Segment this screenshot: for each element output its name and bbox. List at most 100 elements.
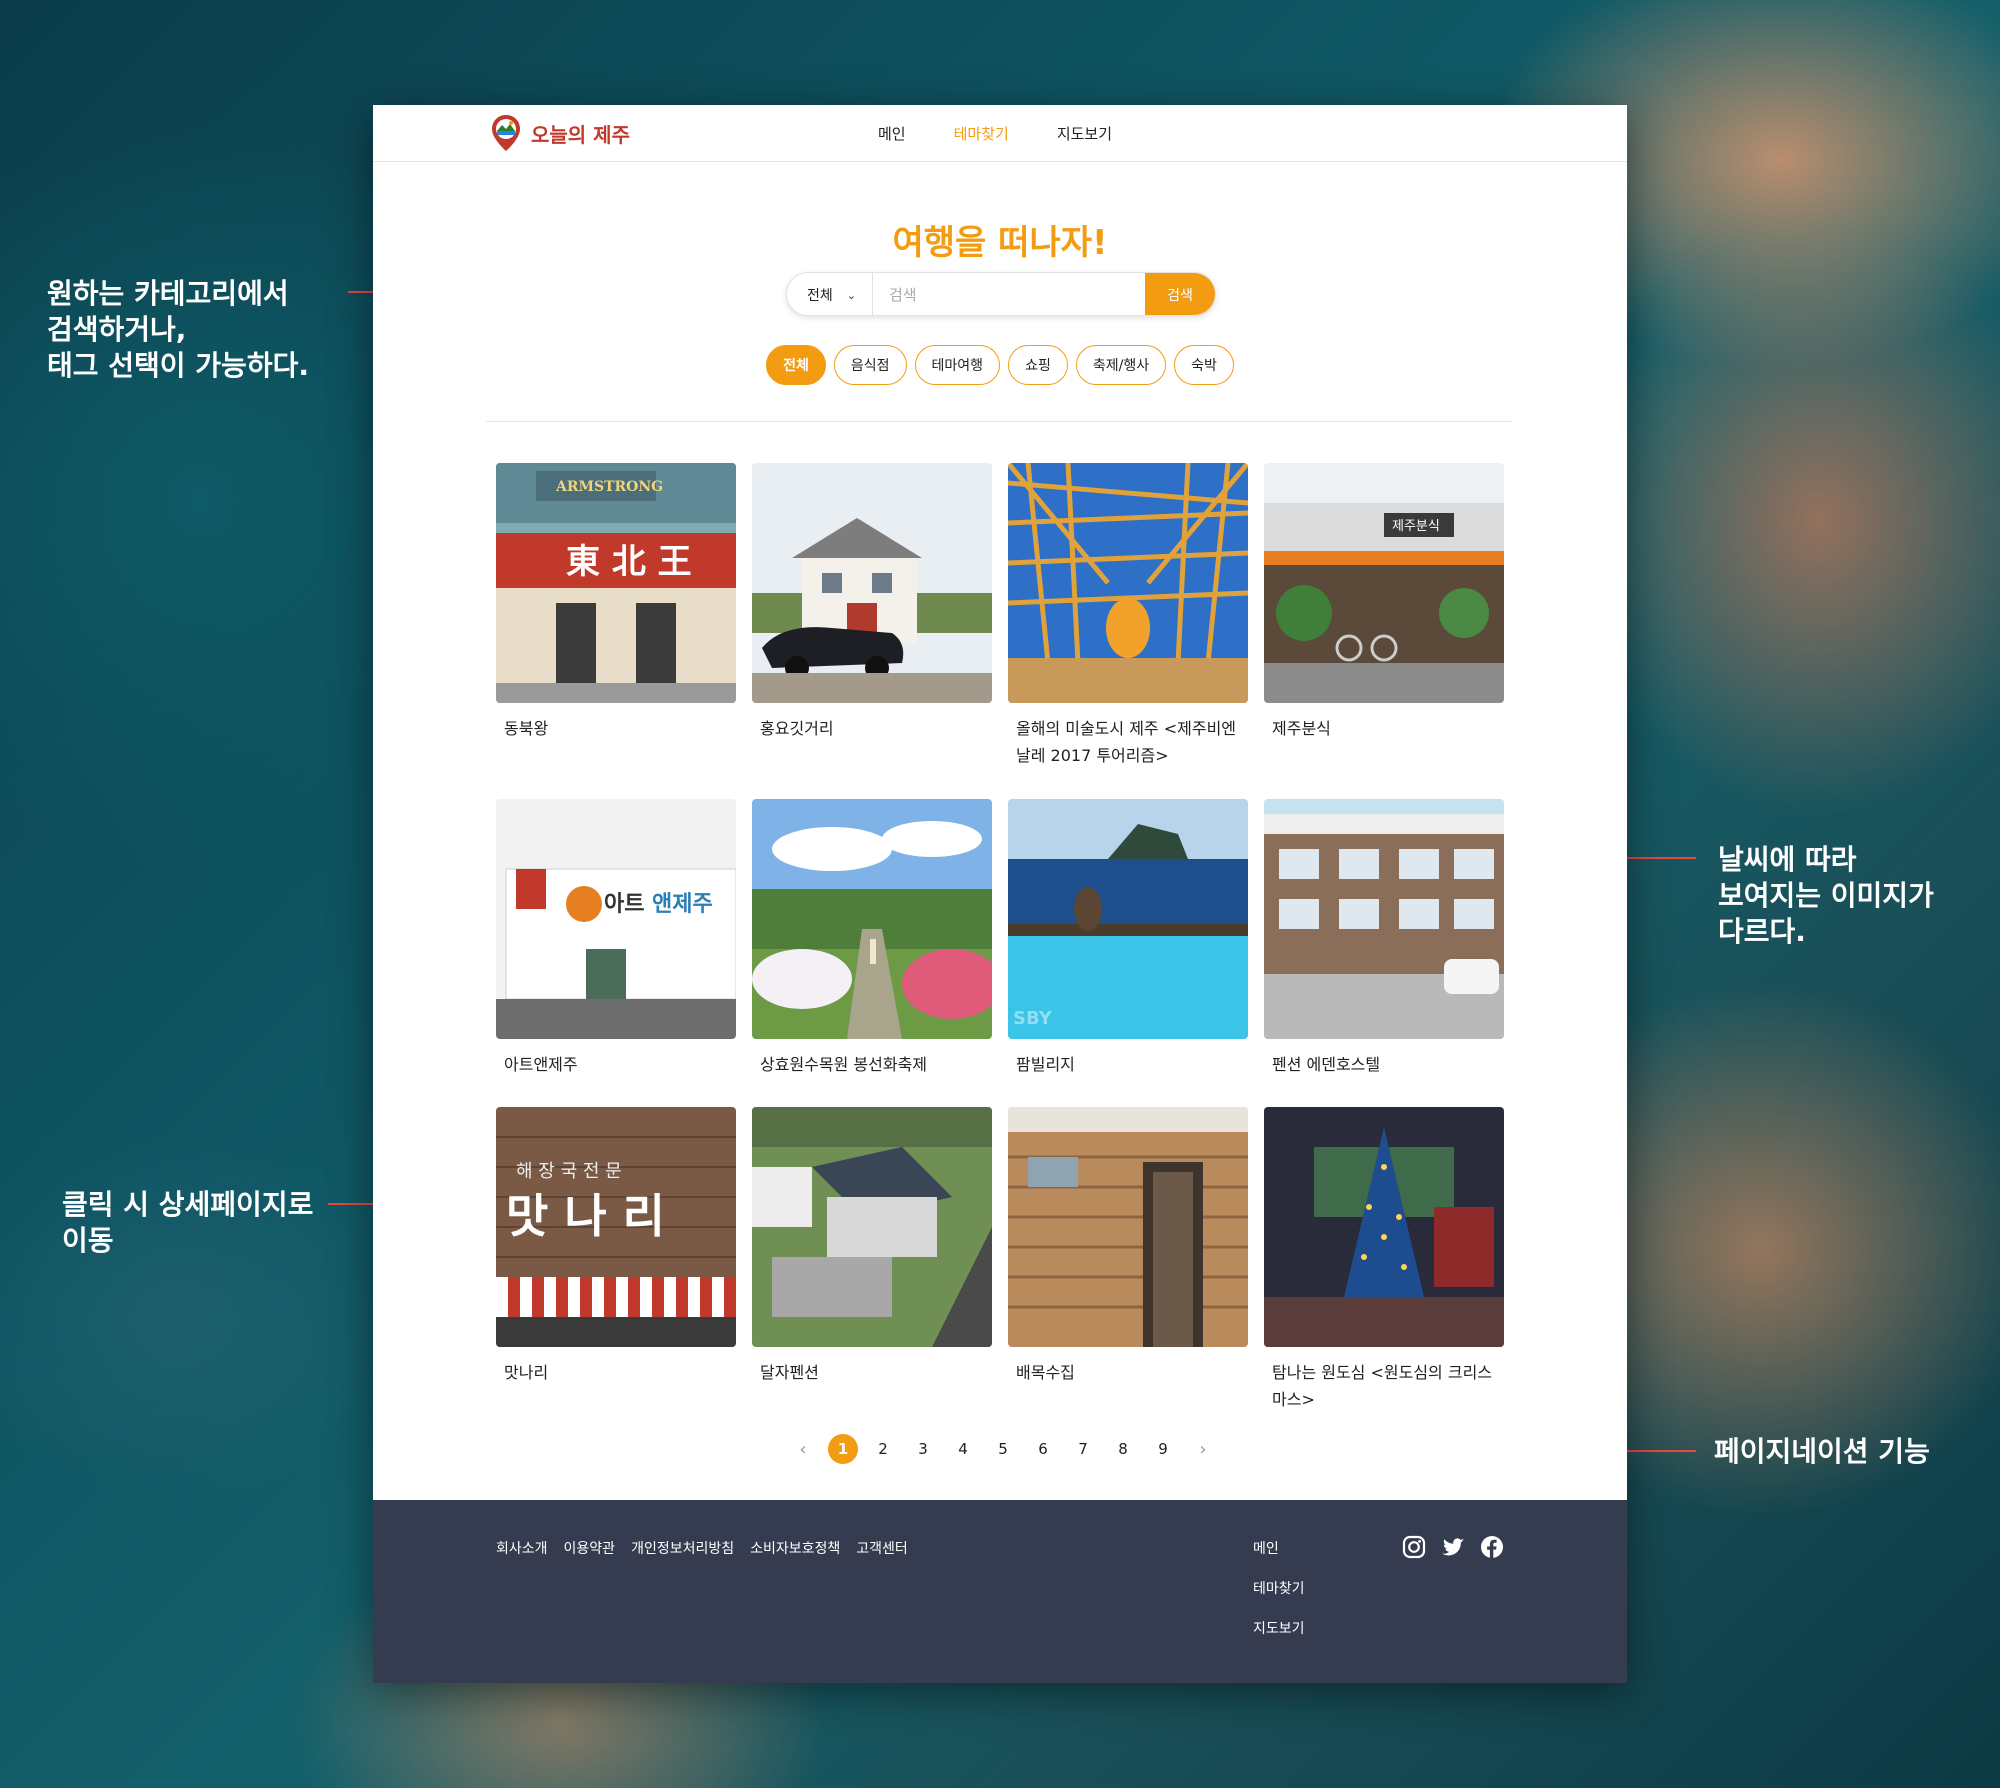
page-button[interactable]: 1 xyxy=(823,1433,863,1465)
page-button[interactable]: 6 xyxy=(1023,1433,1063,1465)
pagination: ‹ 1 2 3 4 5 6 7 8 9 › xyxy=(783,1433,1223,1465)
chevron-down-icon: ⌄ xyxy=(846,288,856,302)
social-links xyxy=(1401,1534,1518,1560)
svg-text:아트: 아트 xyxy=(604,892,644,917)
svg-text:SBY: SBY xyxy=(1013,1008,1053,1029)
tag-filter: 전체 음식점 테마여행 쇼핑 축제/행사 숙박 xyxy=(373,345,1627,385)
place-card[interactable]: 배목수집 xyxy=(1008,1107,1248,1386)
place-photo: SBY xyxy=(1008,799,1248,1039)
annotation-pagination: 페이지네이션 기능 xyxy=(1714,1435,1930,1468)
tag-all[interactable]: 전체 xyxy=(766,345,826,385)
place-title: 동북왕 xyxy=(504,719,549,738)
place-title: 팜빌리지 xyxy=(1016,1055,1075,1074)
nav-item-theme[interactable]: 테마찾기 xyxy=(954,123,1009,144)
place-title: 홍요깃거리 xyxy=(760,719,834,738)
search-bar: 전체 ⌄ 검색 xyxy=(786,272,1216,316)
main-nav: 메인 테마찾기 지도보기 xyxy=(878,105,1160,162)
footer-nav-map[interactable]: 지도보기 xyxy=(1253,1618,1305,1658)
place-title: 맛나리 xyxy=(504,1363,549,1382)
footer-link-about[interactable]: 회사소개 xyxy=(496,1538,548,1558)
footer-link-support[interactable]: 고객센터 xyxy=(856,1538,908,1558)
svg-text:제주분식: 제주분식 xyxy=(1392,519,1440,534)
search-input[interactable] xyxy=(873,273,1147,315)
place-card[interactable]: 상효원수목원 봉선화축제 xyxy=(752,799,992,1078)
logo[interactable]: 오늘의 제주 xyxy=(491,113,630,153)
page-button[interactable]: 5 xyxy=(983,1433,1023,1465)
page-button[interactable]: 4 xyxy=(943,1433,983,1465)
place-title: 배목수집 xyxy=(1016,1363,1075,1382)
divider xyxy=(486,421,1512,422)
page-button[interactable]: 2 xyxy=(863,1433,903,1465)
place-photo xyxy=(1008,463,1248,703)
place-card[interactable]: ARMSTRONG 東 北 王 동북왕 xyxy=(496,463,736,742)
page-button[interactable]: 3 xyxy=(903,1433,943,1465)
place-photo xyxy=(752,463,992,703)
place-card[interactable]: 올해의 미술도시 제주 <제주비엔날레 2017 투어리즘> xyxy=(1008,463,1248,769)
annotation-weather: 날씨에 따라 보여지는 이미지가 다르다. xyxy=(1718,843,1934,948)
footer-nav: 메인 테마찾기 지도보기 xyxy=(1253,1538,1305,1658)
page-number: 1 xyxy=(828,1434,858,1464)
place-title: 아트앤제주 xyxy=(504,1055,578,1074)
place-photo: 아트 앤제주 xyxy=(496,799,736,1039)
search-button[interactable]: 검색 xyxy=(1145,273,1215,315)
place-card[interactable]: 아트 앤제주 아트앤제주 xyxy=(496,799,736,1078)
place-card[interactable]: 제주분식 제주분식 xyxy=(1264,463,1504,742)
place-title: 달자펜션 xyxy=(760,1363,819,1382)
place-card[interactable]: 탐나는 원도심 <원도심의 크리스마스> xyxy=(1264,1107,1504,1413)
place-card[interactable]: 해 장 국 전 문 맛 나 리 맛나리 xyxy=(496,1107,736,1386)
footer-links: 회사소개 이용약관 개인정보처리방침 소비자보호정책 고객센터 xyxy=(496,1538,924,1558)
footer-link-consumer[interactable]: 소비자보호정책 xyxy=(750,1538,840,1558)
place-photo xyxy=(1264,799,1504,1039)
place-card[interactable]: 달자펜션 xyxy=(752,1107,992,1386)
tag-theme-travel[interactable]: 테마여행 xyxy=(914,345,1001,385)
prev-page-button[interactable]: ‹ xyxy=(783,1433,823,1465)
place-photo xyxy=(752,1107,992,1347)
tag-lodging[interactable]: 숙박 xyxy=(1174,345,1234,385)
tag-festival[interactable]: 축제/행사 xyxy=(1075,345,1167,385)
logo-text: 오늘의 제주 xyxy=(531,122,630,147)
place-title: 올해의 미술도시 제주 <제주비엔날레 2017 투어리즘> xyxy=(1016,719,1237,765)
page-button[interactable]: 7 xyxy=(1063,1433,1103,1465)
svg-text:ARMSTRONG: ARMSTRONG xyxy=(555,479,663,495)
svg-text:해 장 국 전 문: 해 장 국 전 문 xyxy=(516,1161,622,1182)
annotation-search: 원하는 카테고리에서 검색하거나, 태그 선택이 가능하다. xyxy=(47,277,309,382)
page-title: 여행을 떠나자! xyxy=(892,223,1108,263)
category-select-value: 전체 xyxy=(807,288,833,304)
footer-nav-theme[interactable]: 테마찾기 xyxy=(1253,1578,1305,1618)
place-card[interactable]: SBY 팜빌리지 xyxy=(1008,799,1248,1078)
place-photo xyxy=(1264,1107,1504,1347)
next-page-button[interactable]: › xyxy=(1183,1433,1223,1465)
svg-text:東 北 王: 東 北 王 xyxy=(566,542,692,582)
facebook-icon[interactable] xyxy=(1479,1534,1505,1560)
top-navbar: 오늘의 제주 메인 테마찾기 지도보기 xyxy=(373,105,1627,162)
place-title: 펜션 에덴호스텔 xyxy=(1272,1055,1381,1074)
place-title: 탐나는 원도심 <원도심의 크리스마스> xyxy=(1272,1363,1493,1409)
svg-text:맛 나 리: 맛 나 리 xyxy=(506,1189,665,1243)
nav-item-main[interactable]: 메인 xyxy=(878,123,906,144)
footer-link-privacy[interactable]: 개인정보처리방침 xyxy=(631,1538,734,1558)
footer-link-terms[interactable]: 이용약관 xyxy=(564,1538,616,1558)
page-button[interactable]: 9 xyxy=(1143,1433,1183,1465)
place-card[interactable]: 펜션 에덴호스텔 xyxy=(1264,799,1504,1078)
place-photo: ARMSTRONG 東 北 王 xyxy=(496,463,736,703)
map-pin-logo-icon xyxy=(492,115,520,151)
place-photo: 제주분식 xyxy=(1264,463,1504,703)
place-photo xyxy=(1008,1107,1248,1347)
website-screenshot: 오늘의 제주 메인 테마찾기 지도보기 여행을 떠나자! 전체 ⌄ 검색 전체 … xyxy=(373,105,1627,1683)
place-title: 제주분식 xyxy=(1272,719,1331,738)
page-button[interactable]: 8 xyxy=(1103,1433,1143,1465)
category-select[interactable]: 전체 ⌄ xyxy=(787,273,873,315)
instagram-icon[interactable] xyxy=(1401,1534,1427,1560)
nav-item-map[interactable]: 지도보기 xyxy=(1057,123,1112,144)
annotation-detail: 클릭 시 상세페이지로 이동 xyxy=(62,1188,314,1257)
place-card[interactable]: 홍요깃거리 xyxy=(752,463,992,742)
footer-nav-main[interactable]: 메인 xyxy=(1253,1538,1305,1578)
svg-text:앤제주: 앤제주 xyxy=(652,892,713,917)
footer: 회사소개 이용약관 개인정보처리방침 소비자보호정책 고객센터 메인 테마찾기 … xyxy=(373,1500,1627,1683)
place-photo xyxy=(752,799,992,1039)
tag-restaurant[interactable]: 음식점 xyxy=(833,345,907,385)
tag-shopping[interactable]: 쇼핑 xyxy=(1008,345,1068,385)
place-title: 상효원수목원 봉선화축제 xyxy=(760,1055,928,1074)
place-photo: 해 장 국 전 문 맛 나 리 xyxy=(496,1107,736,1347)
twitter-icon[interactable] xyxy=(1440,1534,1466,1560)
